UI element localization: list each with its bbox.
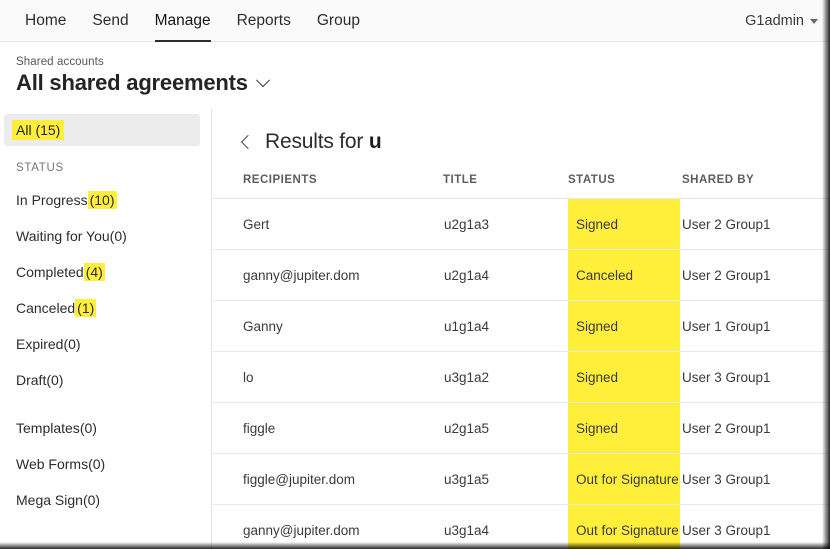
sidebar-item-all[interactable]: All (15) [4, 114, 200, 146]
cell-shared-by: User 3 Group1 [680, 453, 830, 505]
cell-shared-by: User 2 Group1 [680, 249, 830, 301]
cell-status: Signed [568, 198, 680, 250]
sidebar-item-label: Web Forms [16, 456, 89, 472]
table-header: RECIPIENTS TITLE STATUS SHARED BY [213, 174, 830, 199]
cell-recipients: figgle@jupiter.dom [213, 453, 443, 505]
sidebar-item-templates[interactable]: Templates (0) [0, 410, 212, 446]
sidebar-section-status: STATUS [16, 162, 64, 174]
page-header: Shared accounts All shared agreements La… [0, 42, 830, 142]
cell-status: Out for Signature [568, 453, 680, 505]
cell-status: Signed [568, 402, 680, 454]
nav-items: Home Send Manage Reports Group [12, 0, 373, 42]
table-row[interactable]: Ganny u1g1a4 Signed User 1 Group1 [213, 300, 830, 352]
column-header-recipients[interactable]: RECIPIENTS [213, 174, 443, 199]
sidebar-item-count: (0) [63, 336, 81, 352]
column-header-title[interactable]: TITLE [443, 174, 568, 199]
sidebar-divider-gap [0, 398, 212, 410]
column-header-status[interactable]: STATUS [568, 174, 680, 199]
cell-recipients: ganny@jupiter.dom [213, 504, 443, 549]
sidebar-item-count: (0) [109, 228, 127, 244]
results-title: Results for u [265, 130, 382, 154]
sidebar-item-label: Draft [16, 372, 47, 388]
chevron-down-icon [255, 73, 270, 88]
sidebar-item-label: Completed [16, 264, 84, 280]
cell-title: u3g1a2 [443, 351, 568, 403]
cell-recipients: ganny@jupiter.dom [213, 249, 443, 301]
sidebar-item-label: Expired [16, 336, 64, 352]
table-body: Gert u2g1a3 Signed User 2 Group1 ganny@j… [213, 198, 830, 549]
sidebar-item-in-progress[interactable]: In Progress (10) [0, 182, 212, 218]
sidebar-item-mega-sign[interactable]: Mega Sign (0) [0, 482, 212, 518]
cell-title: u2g1a5 [443, 402, 568, 454]
sidebar-item-waiting-for-you[interactable]: Waiting for You (0) [0, 218, 212, 254]
sidebar-item-label: Mega Sign [16, 492, 83, 508]
cell-recipients: Ganny [213, 300, 443, 352]
sidebar-item-count: (0) [46, 372, 64, 388]
nav-item-home[interactable]: Home [12, 0, 79, 42]
chevron-left-icon[interactable] [240, 134, 256, 150]
nav-item-send[interactable]: Send [79, 0, 141, 42]
chevron-down-icon [810, 18, 818, 24]
cell-shared-by: User 2 Group1 [680, 198, 830, 250]
user-account-label: G1admin [745, 13, 804, 29]
sidebar: All (15) STATUS In Progress (10) Waiting… [0, 108, 212, 549]
cell-status: Signed [568, 300, 680, 352]
sidebar-item-count: (1) [75, 299, 97, 317]
cell-title: u1g1a4 [443, 300, 568, 352]
top-navigation-bar: Home Send Manage Reports Group G1admin [0, 0, 830, 42]
sidebar-item-all-label: All (15) [12, 120, 65, 140]
results-header: Results for u [240, 130, 382, 154]
sidebar-item-completed[interactable]: Completed (4) [0, 254, 212, 290]
agreements-table: RECIPIENTS TITLE STATUS SHARED BY Gert u… [213, 174, 830, 549]
results-title-query: u [368, 130, 382, 153]
cell-recipients: lo [213, 351, 443, 403]
results-panel: Results for u RECIPIENTS TITLE STATUS SH… [213, 108, 830, 549]
table-row[interactable]: ganny@jupiter.dom u2g1a4 Canceled User 2… [213, 249, 830, 301]
table-header-row: RECIPIENTS TITLE STATUS SHARED BY [213, 174, 830, 199]
cell-recipients: figgle [213, 402, 443, 454]
sidebar-status-list: In Progress (10) Waiting for You (0) Com… [0, 182, 212, 518]
sidebar-item-count: (10) [87, 191, 117, 209]
sidebar-item-label: Canceled [16, 300, 76, 316]
sidebar-item-count: (0) [82, 492, 101, 508]
column-header-shared-by[interactable]: SHARED BY [680, 174, 830, 199]
app-window: Home Send Manage Reports Group G1admin S… [0, 0, 830, 549]
sidebar-item-expired[interactable]: Expired (0) [0, 326, 212, 362]
cell-shared-by: User 1 Group1 [680, 300, 830, 352]
table-row[interactable]: figgle@jupiter.dom u3g1a5 Out for Signat… [213, 453, 830, 505]
page-title-dropdown[interactable]: All shared agreements [16, 70, 270, 96]
sidebar-item-label: In Progress [16, 192, 88, 208]
sidebar-item-label: Waiting for You [16, 228, 110, 244]
sidebar-item-canceled[interactable]: Canceled (1) [0, 290, 212, 326]
table-row[interactable]: ganny@jupiter.dom u3g1a4 Out for Signatu… [213, 504, 830, 549]
cell-status: Out for Signature [568, 504, 680, 549]
sidebar-item-count: (0) [79, 420, 97, 436]
cell-shared-by: User 3 Group1 [680, 504, 830, 549]
cell-title: u2g1a4 [443, 249, 568, 301]
sidebar-item-web-forms[interactable]: Web Forms (0) [0, 446, 212, 482]
breadcrumb: Shared accounts [16, 56, 104, 68]
cell-title: u2g1a3 [443, 198, 568, 250]
cell-status: Canceled [568, 249, 680, 301]
cell-title: u3g1a4 [443, 504, 568, 549]
sidebar-item-count: (4) [83, 263, 105, 281]
sidebar-item-draft[interactable]: Draft (0) [0, 362, 212, 398]
cell-title: u3g1a5 [443, 453, 568, 505]
table-row[interactable]: figgle u2g1a5 Signed User 2 Group1 [213, 402, 830, 454]
table-row[interactable]: lo u3g1a2 Signed User 3 Group1 [213, 351, 830, 403]
results-title-prefix: Results for [265, 130, 369, 153]
nav-item-reports[interactable]: Reports [224, 0, 304, 42]
sidebar-item-label: Templates [16, 420, 80, 436]
nav-item-manage[interactable]: Manage [142, 0, 224, 42]
sidebar-item-count: (0) [88, 456, 106, 472]
user-account-menu[interactable]: G1admin [745, 0, 818, 42]
cell-status: Signed [568, 351, 680, 403]
table-row[interactable]: Gert u2g1a3 Signed User 2 Group1 [213, 198, 830, 250]
nav-item-group[interactable]: Group [304, 0, 373, 42]
page-title: All shared agreements [16, 70, 248, 95]
cell-shared-by: User 2 Group1 [680, 402, 830, 454]
cell-recipients: Gert [213, 198, 443, 250]
cell-shared-by: User 3 Group1 [680, 351, 830, 403]
